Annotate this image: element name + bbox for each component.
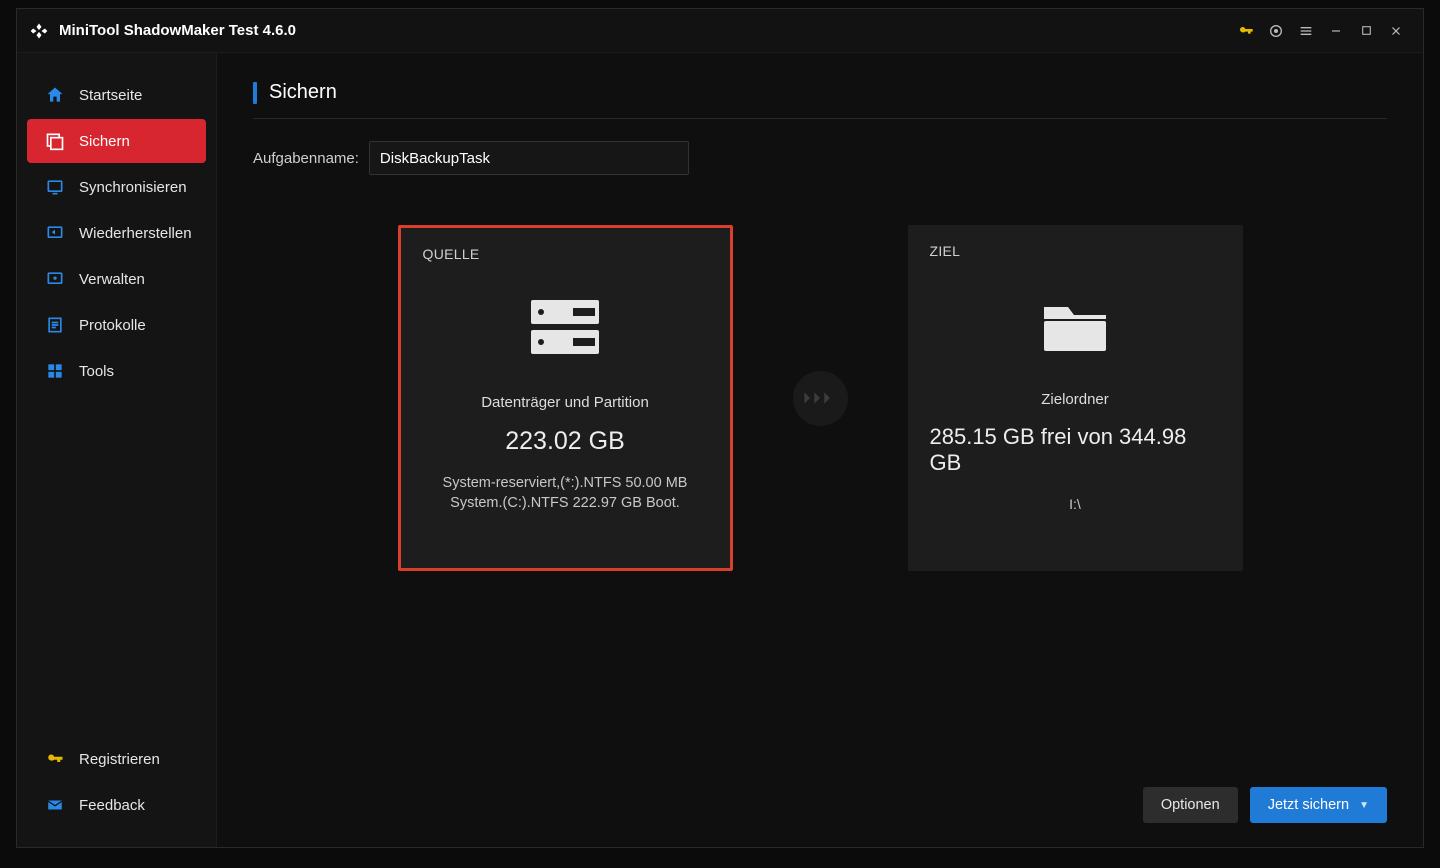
task-name-label: Aufgabenname:	[253, 150, 359, 167]
sidebar-item-label: Wiederherstellen	[79, 225, 192, 242]
sidebar-item-home[interactable]: Startseite	[27, 73, 206, 117]
chevron-down-icon: ▼	[1359, 800, 1369, 811]
cards-area: QUELLE Datenträger und Partition 223.02 …	[253, 225, 1387, 571]
key-icon	[45, 749, 65, 769]
sidebar-item-feedback[interactable]: Feedback	[27, 783, 206, 827]
source-subtitle: Datenträger und Partition	[481, 394, 649, 411]
whats-new-icon[interactable]	[1261, 16, 1291, 46]
disk-icon	[525, 292, 605, 362]
sidebar-item-label: Registrieren	[79, 751, 160, 768]
source-card[interactable]: QUELLE Datenträger und Partition 223.02 …	[398, 225, 733, 571]
options-label: Optionen	[1161, 797, 1220, 813]
task-name-row: Aufgabenname:	[253, 141, 1387, 175]
arrow-indicator	[793, 371, 848, 426]
footer-buttons: Optionen Jetzt sichern ▼	[1143, 787, 1387, 823]
close-button[interactable]	[1381, 16, 1411, 46]
backup-now-button[interactable]: Jetzt sichern ▼	[1250, 787, 1387, 823]
backup-icon	[45, 131, 65, 151]
sidebar-item-manage[interactable]: Verwalten	[27, 257, 206, 301]
sidebar: Startseite Sichern Synchronisieren Wiede…	[17, 53, 217, 847]
menu-icon[interactable]	[1291, 16, 1321, 46]
sidebar-item-label: Sichern	[79, 133, 130, 150]
sidebar-item-label: Startseite	[79, 87, 142, 104]
page-title-accent	[253, 82, 257, 104]
app-window: MiniTool ShadowMaker Test 4.6.0 Startsei…	[16, 8, 1424, 848]
sidebar-item-tools[interactable]: Tools	[27, 349, 206, 393]
sidebar-item-label: Synchronisieren	[79, 179, 187, 196]
minimize-button[interactable]	[1321, 16, 1351, 46]
source-size: 223.02 GB	[505, 427, 625, 456]
mail-icon	[45, 795, 65, 815]
sidebar-item-label: Protokolle	[79, 317, 146, 334]
tools-icon	[45, 361, 65, 381]
options-button[interactable]: Optionen	[1143, 787, 1238, 823]
sidebar-item-logs[interactable]: Protokolle	[27, 303, 206, 347]
logs-icon	[45, 315, 65, 335]
destination-card[interactable]: ZIEL Zielordner 285.15 GB frei von 344.9…	[908, 225, 1243, 571]
page-title: Sichern	[269, 81, 337, 104]
sidebar-item-label: Feedback	[79, 797, 145, 814]
destination-subtitle: Zielordner	[1041, 391, 1109, 408]
sidebar-item-label: Verwalten	[79, 271, 145, 288]
restore-icon	[45, 223, 65, 243]
titlebar: MiniTool ShadowMaker Test 4.6.0	[17, 9, 1423, 53]
sidebar-item-restore[interactable]: Wiederherstellen	[27, 211, 206, 255]
source-details: System-reserviert,(*:).NTFS 50.00 MB Sys…	[423, 474, 708, 513]
manage-icon	[45, 269, 65, 289]
app-logo-icon	[29, 21, 49, 41]
destination-free-space: 285.15 GB frei von 344.98 GB	[930, 424, 1221, 476]
sync-icon	[45, 177, 65, 197]
app-title: MiniTool ShadowMaker Test 4.6.0	[59, 22, 296, 39]
license-key-icon[interactable]	[1231, 16, 1261, 46]
maximize-button[interactable]	[1351, 16, 1381, 46]
page-header: Sichern	[253, 81, 1387, 119]
backup-now-label: Jetzt sichern	[1268, 797, 1349, 813]
sidebar-item-label: Tools	[79, 363, 114, 380]
task-name-input[interactable]	[369, 141, 689, 175]
home-icon	[45, 85, 65, 105]
main-content: Sichern Aufgabenname: QUELLE	[217, 53, 1423, 847]
folder-icon	[1035, 289, 1115, 359]
source-heading: QUELLE	[423, 246, 480, 262]
sidebar-item-sync[interactable]: Synchronisieren	[27, 165, 206, 209]
sidebar-item-register[interactable]: Registrieren	[27, 737, 206, 781]
sidebar-item-backup[interactable]: Sichern	[27, 119, 206, 163]
destination-path: I:\	[1069, 496, 1081, 512]
destination-heading: ZIEL	[930, 243, 961, 259]
chevron-right-icon	[803, 388, 837, 408]
